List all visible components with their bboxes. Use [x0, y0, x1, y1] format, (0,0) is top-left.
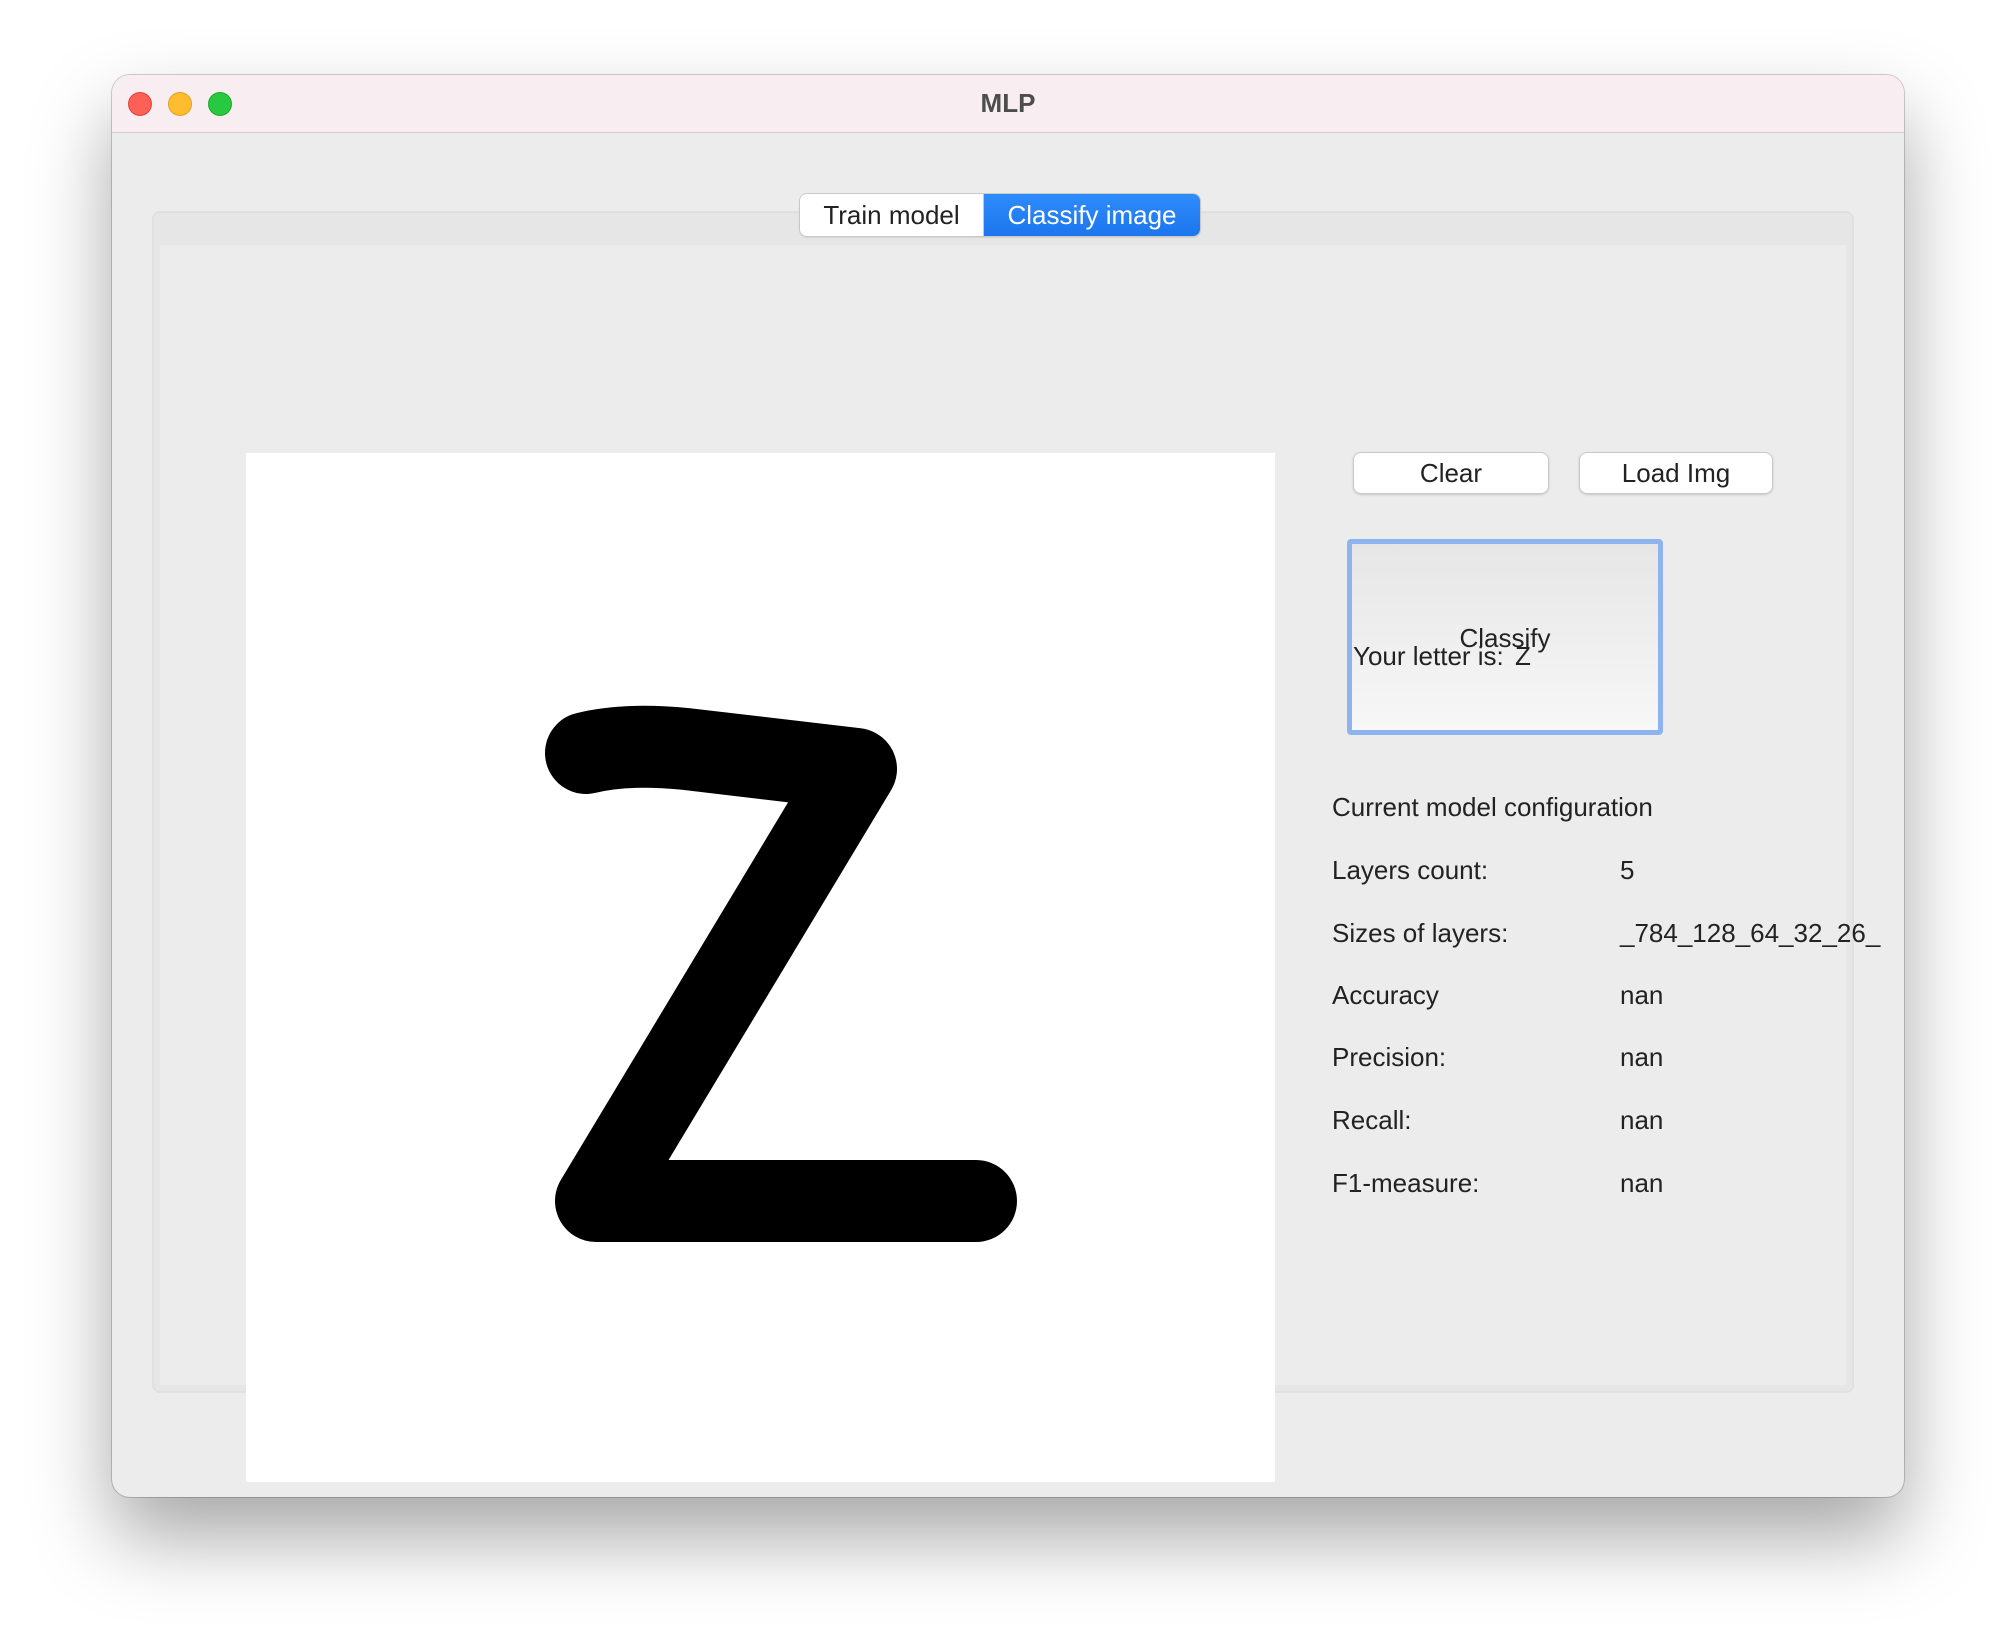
clear-button[interactable]: Clear — [1353, 452, 1549, 494]
model-config-heading: Current model configuration — [1332, 792, 1653, 822]
precision-label: Precision: — [1332, 1042, 1447, 1072]
layers-count-label: Layers count: — [1332, 855, 1489, 885]
window-title: MLP — [980, 88, 1036, 118]
layer-sizes-value: _784_128_64_32_26_ — [1620, 918, 1881, 948]
accuracy-value: nan — [1620, 980, 1664, 1010]
load-img-button[interactable]: Load Img — [1579, 452, 1773, 494]
tab-pane: Clear Load Img Classify Your letter is: … — [152, 211, 1880, 1482]
drawing-canvas[interactable] — [246, 453, 1275, 1482]
recall-label: Recall: — [1332, 1105, 1412, 1135]
tab-bar: Train model Classify image — [799, 193, 1201, 237]
accuracy-label: Accuracy — [1332, 980, 1439, 1010]
tab-content: Clear Load Img Classify Your letter is: … — [160, 245, 1880, 1482]
f1-measure-value: nan — [1620, 1168, 1664, 1198]
classify-button[interactable]: Classify — [1347, 539, 1663, 735]
tab-train-model[interactable]: Train model — [800, 194, 984, 236]
result-value: Z — [1515, 641, 1531, 671]
layer-sizes-label: Sizes of layers: — [1332, 918, 1509, 948]
precision-value: nan — [1620, 1042, 1664, 1072]
layers-count-value: 5 — [1620, 855, 1635, 885]
tab-classify-image[interactable]: Classify image — [984, 194, 1200, 236]
recall-value: nan — [1620, 1105, 1664, 1135]
result-label: Your letter is: — [1353, 641, 1504, 671]
f1-measure-label: F1-measure: — [1332, 1168, 1480, 1198]
title-bar[interactable]: MLP — [112, 75, 1904, 133]
drawn-letter — [545, 705, 1017, 1242]
app-window: MLP Clear Load Img Classify Your letter … — [112, 75, 1904, 1497]
